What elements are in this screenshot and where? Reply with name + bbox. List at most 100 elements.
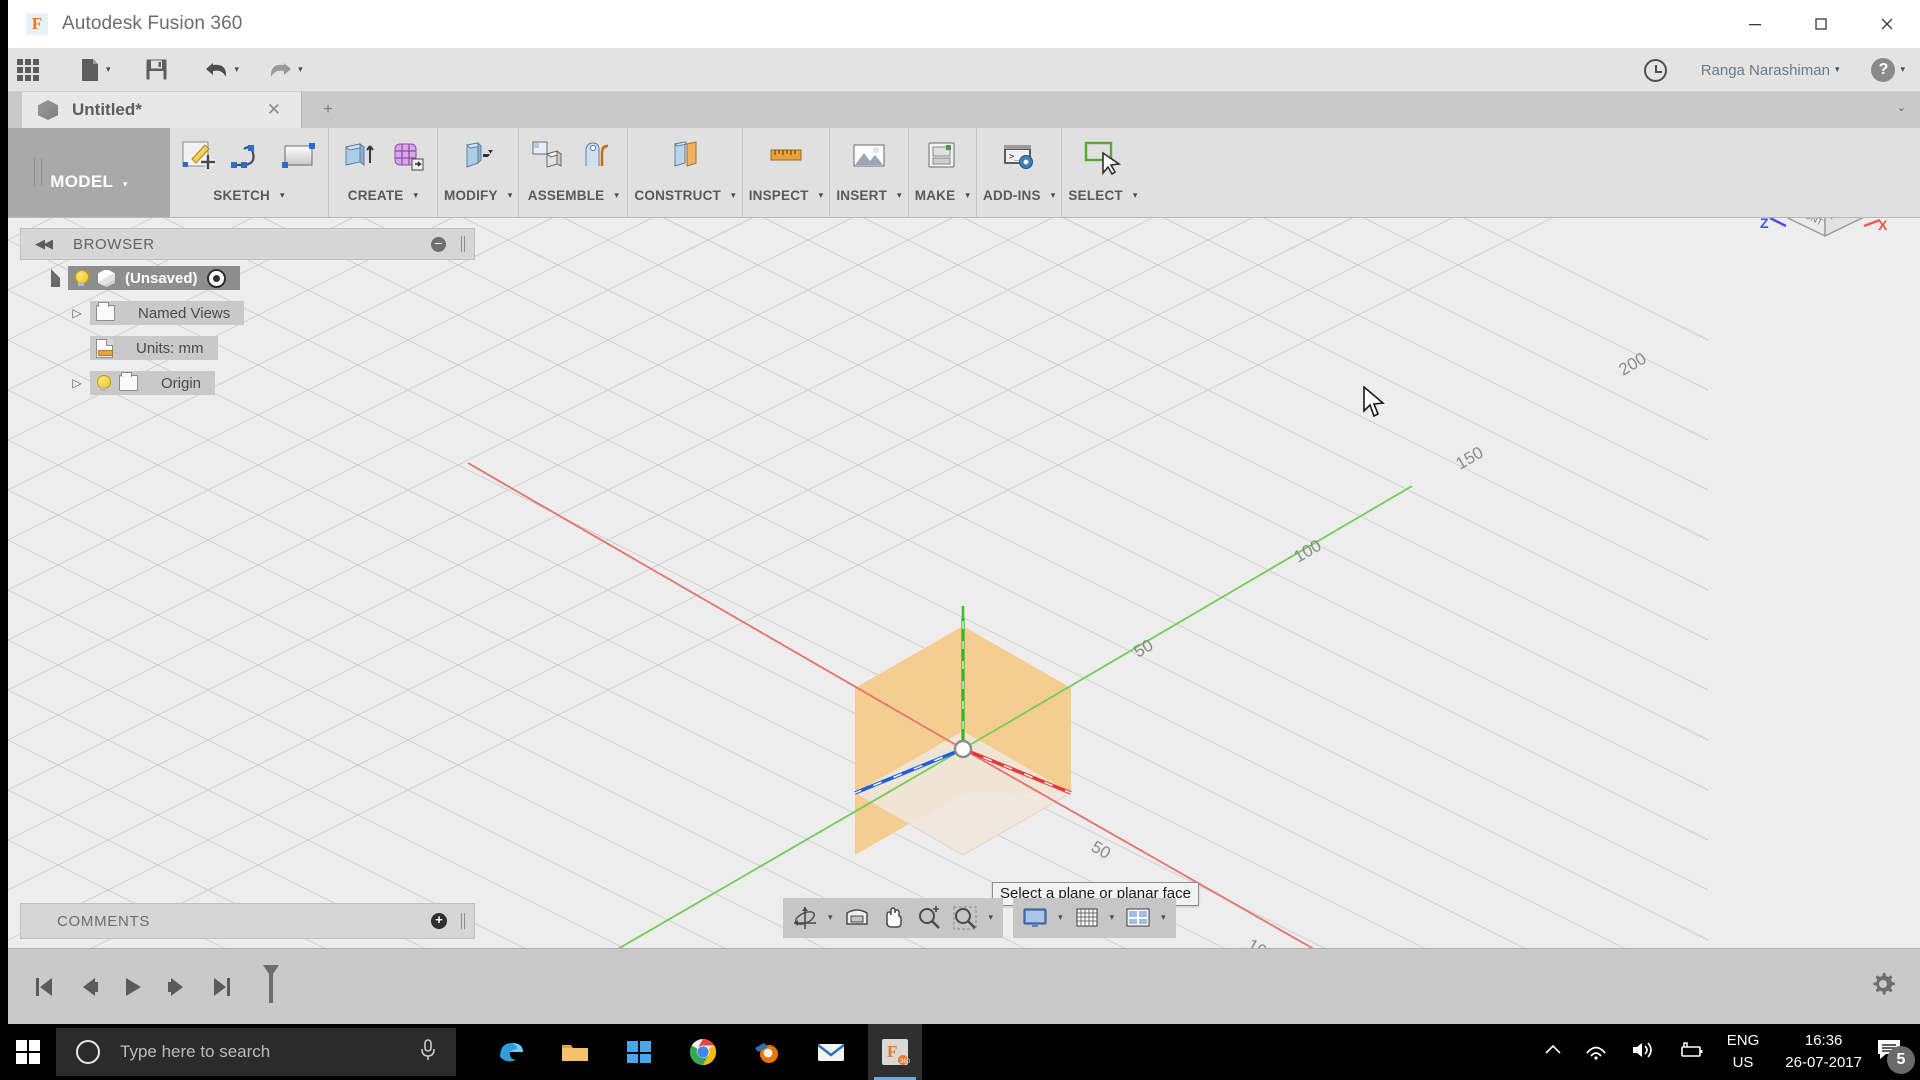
chevron-down-icon[interactable]: ▾ — [235, 65, 240, 75]
fusion360-icon[interactable]: F 360 — [868, 1024, 922, 1080]
display-state-icon[interactable] — [206, 268, 226, 288]
create-sketch-icon[interactable] — [176, 134, 222, 180]
chevron-down-icon[interactable]: ▾ — [106, 65, 111, 75]
chevron-down-icon[interactable]: ▾ — [1051, 191, 1056, 201]
chevron-down-icon[interactable]: ▾ — [1900, 65, 1905, 75]
tree-row-origin[interactable]: ▷ Origin — [20, 371, 475, 395]
resize-grip[interactable] — [461, 236, 465, 252]
step-forward-icon[interactable] — [158, 968, 196, 1006]
close-icon[interactable]: ✕ — [267, 100, 281, 120]
expand-triangle-icon[interactable] — [42, 269, 68, 287]
save-icon[interactable] — [136, 48, 177, 92]
language-indicator[interactable]: ENG US — [1727, 1030, 1760, 1074]
mail-icon[interactable] — [804, 1024, 858, 1080]
light-bulb-icon[interactable] — [96, 374, 111, 392]
close-button[interactable] — [1854, 0, 1920, 48]
chevron-right-icon[interactable]: ▷ — [64, 306, 90, 320]
user-menu[interactable]: Ranga Narashiman ▾ — [1692, 48, 1849, 92]
app-grid-icon[interactable] — [8, 48, 48, 92]
look-at-icon[interactable] — [839, 900, 875, 936]
rectangle-icon[interactable] — [276, 134, 322, 180]
add-comment-button[interactable]: + — [431, 913, 447, 929]
notifications-button[interactable]: 5 — [1876, 1037, 1915, 1074]
explorer-icon[interactable] — [548, 1024, 602, 1080]
undo-icon[interactable]: ▾ — [195, 48, 249, 92]
chevron-down-icon[interactable]: ▾ — [731, 191, 736, 201]
select-window-icon[interactable] — [1080, 134, 1126, 180]
display-settings-icon[interactable] — [1017, 900, 1053, 936]
timeline-marker-icon[interactable] — [260, 963, 282, 1010]
help-menu[interactable]: ? ▾ — [1862, 48, 1914, 92]
orbit-icon[interactable] — [787, 900, 823, 936]
blender-icon[interactable] — [740, 1024, 794, 1080]
new-component-icon[interactable] — [525, 134, 571, 180]
job-status-clock-icon[interactable] — [1635, 48, 1676, 92]
tray-expand-chevron-icon[interactable] — [1544, 1043, 1562, 1062]
measure-icon[interactable] — [763, 134, 809, 180]
minimize-button[interactable] — [1722, 0, 1788, 48]
search-input[interactable]: Type here to search — [56, 1028, 456, 1076]
chevron-down-icon[interactable]: ▾ — [614, 191, 619, 201]
chevron-down-icon[interactable]: ▾ — [828, 913, 833, 923]
play-icon[interactable] — [114, 968, 152, 1006]
3d-print-icon[interactable] — [919, 134, 965, 180]
view-cube[interactable]: Y Z X TOP FRONT RIGHT — [1760, 218, 1890, 262]
cortana-ring-icon[interactable] — [76, 1040, 100, 1064]
scripts-addins-icon[interactable]: >_ — [996, 134, 1042, 180]
sculpt-form-icon[interactable] — [385, 134, 431, 180]
battery-charging-icon[interactable] — [1676, 1040, 1704, 1065]
step-backward-icon[interactable] — [70, 968, 108, 1006]
tree-row-named-views[interactable]: ▷ Named Views — [20, 301, 475, 325]
chevron-down-icon[interactable]: ▾ — [965, 191, 970, 201]
windows-start-icon[interactable] — [0, 1024, 56, 1080]
tab-untitled[interactable]: Untitled* ✕ — [22, 92, 302, 128]
comments-panel[interactable]: COMMENTS + — [20, 903, 475, 939]
collapse-icon[interactable]: ◀◀ — [35, 236, 53, 252]
offset-plane-icon[interactable] — [662, 134, 708, 180]
press-pull-icon[interactable] — [455, 134, 501, 180]
redo-icon[interactable]: ▾ — [258, 48, 312, 92]
chevron-down-icon[interactable]: ▾ — [1835, 65, 1840, 75]
tree-row-units[interactable]: Units: mm — [20, 336, 475, 360]
minimize-icon[interactable]: – — [431, 236, 446, 252]
volume-icon[interactable] — [1630, 1040, 1654, 1065]
insert-mesh-icon[interactable] — [846, 134, 892, 180]
clock[interactable]: 16:36 26-07-2017 — [1785, 1030, 1862, 1074]
viewports-icon[interactable] — [1120, 900, 1156, 936]
chevron-down-icon[interactable]: ▾ — [819, 191, 824, 201]
workspace-switcher[interactable]: MODEL ▾ — [8, 128, 170, 217]
chevron-down-icon[interactable]: ▾ — [280, 191, 285, 201]
new-file-icon[interactable]: ▾ — [70, 48, 120, 92]
zoom-icon[interactable] — [911, 900, 947, 936]
pan-hand-icon[interactable] — [875, 900, 911, 936]
grid-snaps-icon[interactable] — [1069, 900, 1105, 936]
chevron-down-icon[interactable]: ▾ — [123, 180, 128, 190]
new-tab-button[interactable]: + — [308, 92, 348, 128]
gear-icon[interactable] — [1868, 969, 1898, 1004]
chevron-down-icon[interactable]: ▾ — [897, 191, 902, 201]
chevron-down-icon[interactable]: ▾ — [508, 191, 513, 201]
chevron-right-icon[interactable]: ▷ — [64, 376, 90, 390]
chrome-icon[interactable] — [676, 1024, 730, 1080]
chevron-down-icon[interactable]: ▾ — [298, 65, 303, 75]
maximize-button[interactable] — [1788, 0, 1854, 48]
chevron-down-icon[interactable]: ▾ — [1161, 913, 1166, 923]
light-bulb-icon[interactable] — [74, 269, 89, 287]
microphone-icon[interactable] — [418, 1038, 438, 1067]
tree-row-unsaved[interactable]: (Unsaved) — [20, 266, 475, 290]
joint-icon[interactable] — [575, 134, 621, 180]
chevron-down-icon[interactable]: ▾ — [989, 913, 994, 923]
resize-grip[interactable] — [461, 913, 465, 929]
chevron-down-icon[interactable]: ▾ — [1133, 191, 1138, 201]
wifi-icon[interactable] — [1584, 1040, 1608, 1065]
edge-icon[interactable] — [484, 1024, 538, 1080]
chevron-down-icon[interactable]: ▾ — [413, 191, 418, 201]
chevron-down-icon[interactable]: ⌄ — [1897, 101, 1906, 114]
go-to-beginning-icon[interactable] — [26, 968, 64, 1006]
go-to-end-icon[interactable] — [202, 968, 240, 1006]
spline-icon[interactable] — [226, 134, 272, 180]
zoom-window-icon[interactable] — [947, 900, 983, 936]
extrude-icon[interactable] — [335, 134, 381, 180]
chevron-down-icon[interactable]: ▾ — [1110, 913, 1115, 923]
chevron-down-icon[interactable]: ▾ — [1058, 913, 1063, 923]
